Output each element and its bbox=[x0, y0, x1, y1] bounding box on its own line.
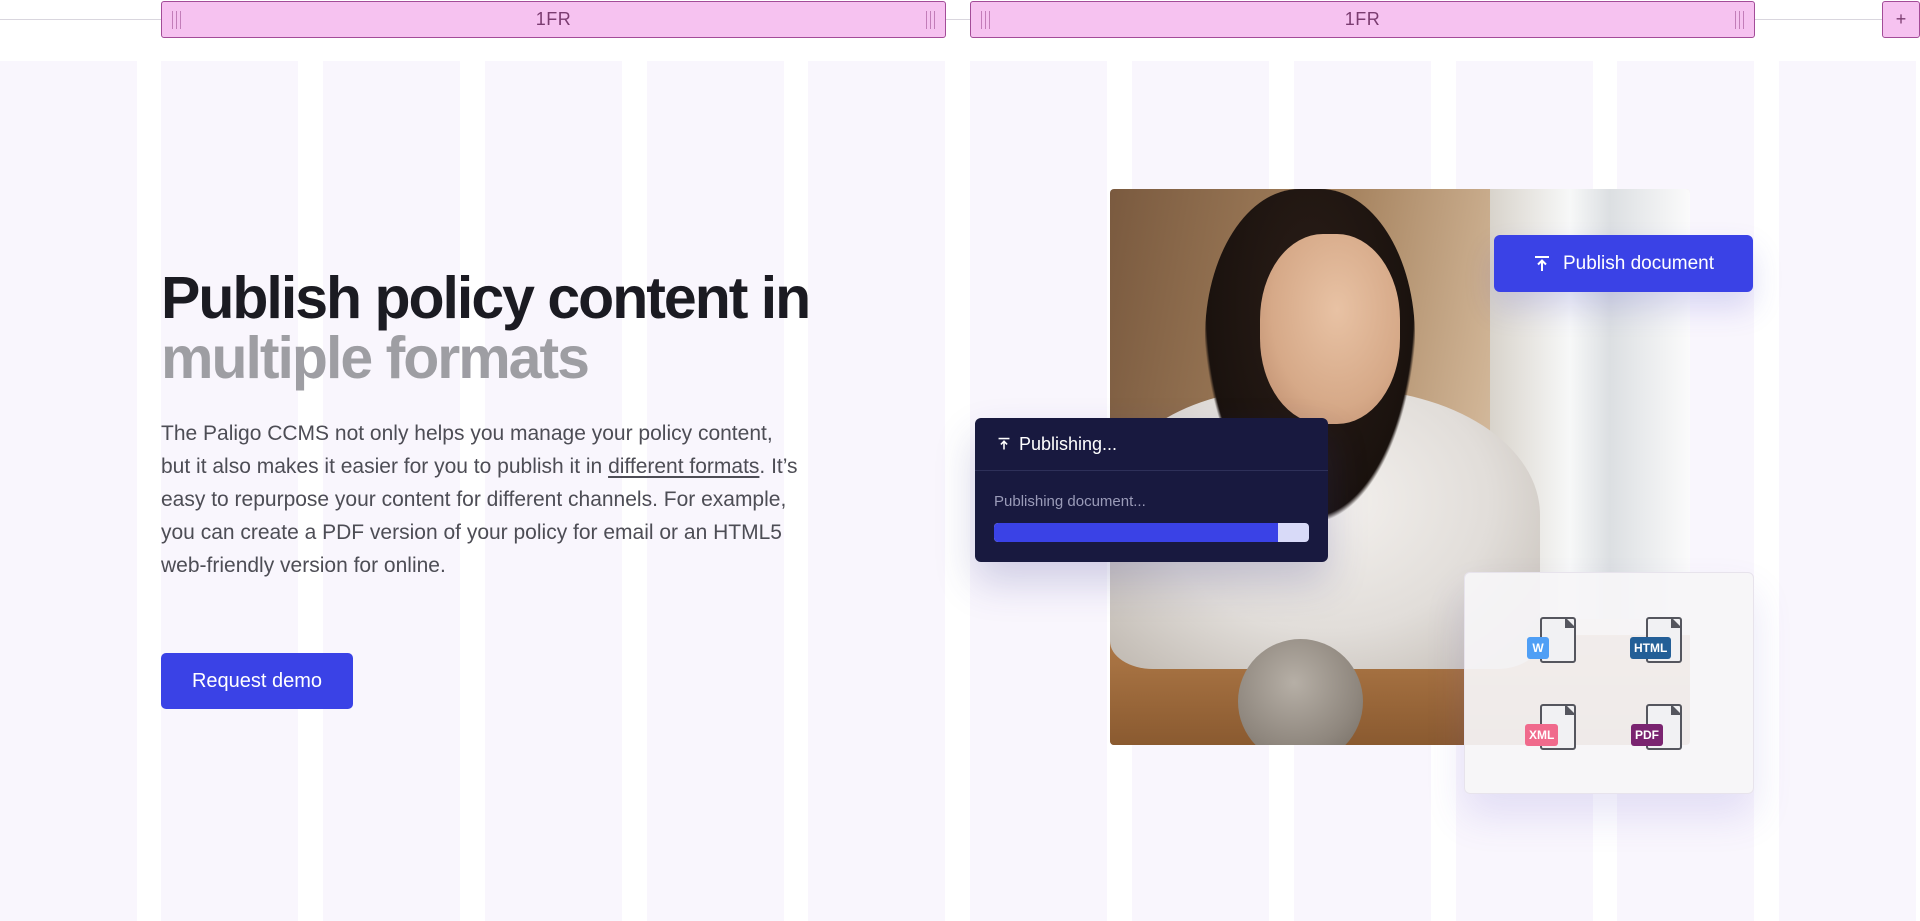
grid-track-label: 1FR bbox=[535, 9, 572, 29]
pdf-file-icon: PDF bbox=[1631, 704, 1684, 754]
upload-icon bbox=[1534, 255, 1549, 271]
progress-fill bbox=[994, 523, 1278, 542]
formats-panel: W HTML XML PDF bbox=[1464, 572, 1754, 794]
headline-line-1: Publish policy content in bbox=[161, 265, 811, 331]
format-badge: PDF bbox=[1631, 724, 1663, 746]
grid-track-bar: 1FR 1FR + bbox=[0, 0, 1920, 60]
format-badge: W bbox=[1527, 637, 1549, 659]
plus-icon: + bbox=[1895, 9, 1907, 29]
grid-track-2[interactable]: 1FR bbox=[970, 1, 1755, 38]
publishing-status: Publishing document... bbox=[994, 493, 1146, 510]
publishing-title: Publishing... bbox=[1019, 433, 1118, 454]
html-file-icon: HTML bbox=[1630, 617, 1684, 667]
upload-icon bbox=[998, 437, 1010, 450]
publishing-panel: Publishing... Publishing document... bbox=[975, 418, 1328, 562]
page-title: Publish policy content in multiple forma… bbox=[161, 265, 811, 391]
grid-column bbox=[0, 61, 137, 921]
format-badge: HTML bbox=[1630, 637, 1672, 659]
format-badge: XML bbox=[1525, 724, 1559, 746]
grid-column bbox=[808, 61, 945, 921]
grid-column bbox=[1779, 61, 1916, 921]
hero-description: The Paligo CCMS not only helps you manag… bbox=[161, 417, 801, 582]
grid-track-label: 1FR bbox=[1344, 9, 1381, 29]
grip-handle-icon[interactable] bbox=[981, 11, 990, 29]
xml-file-icon: XML bbox=[1525, 704, 1578, 754]
grip-handle-icon[interactable] bbox=[926, 11, 935, 29]
grip-handle-icon[interactable] bbox=[172, 11, 181, 29]
person-face bbox=[1260, 234, 1400, 424]
request-demo-button[interactable]: Request demo bbox=[161, 653, 353, 709]
grip-handle-icon[interactable] bbox=[1735, 11, 1744, 29]
headline-line-2: multiple formats bbox=[161, 325, 590, 391]
publish-document-label: Publish document bbox=[1562, 252, 1715, 274]
publishing-header: Publishing... bbox=[975, 418, 1328, 471]
add-track-button[interactable]: + bbox=[1882, 1, 1920, 38]
different-formats-link[interactable]: different formats bbox=[608, 455, 759, 478]
publish-document-button[interactable]: Publish document bbox=[1494, 235, 1753, 292]
progress-bar bbox=[994, 523, 1309, 542]
grid-track-1[interactable]: 1FR bbox=[161, 1, 946, 38]
word-file-icon: W bbox=[1526, 617, 1578, 667]
